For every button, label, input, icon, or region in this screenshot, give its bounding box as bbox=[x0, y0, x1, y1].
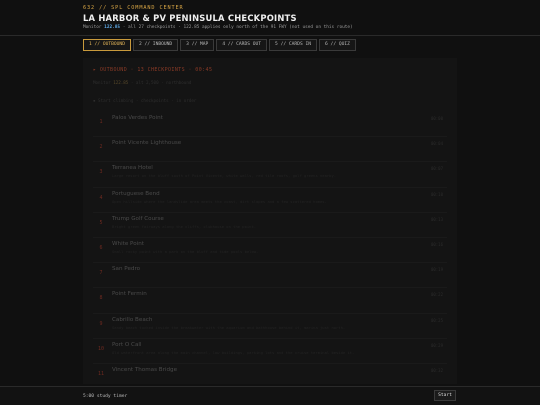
checkpoint-time: 00:32 bbox=[430, 367, 443, 373]
subtitle-prefix: Monitor bbox=[83, 25, 102, 30]
checkpoint-number: 2 bbox=[99, 144, 103, 151]
section-meta-rest: · alt 2,500 · northbound bbox=[130, 80, 192, 85]
tab-6[interactable]: 6 // QUIZ bbox=[319, 39, 356, 51]
tab-bar: 1 // OUTBOUND 2 // INBOUND 3 // MAP 4 // CA… bbox=[83, 39, 356, 51]
start-button[interactable]: Start bbox=[434, 390, 456, 401]
checkpoint-description: Large resort on the bluff south of Point… bbox=[112, 173, 337, 179]
checkpoint-time: 00:07 bbox=[430, 166, 443, 172]
study-timer: 5:00 study timer bbox=[83, 394, 128, 399]
checkpoint-row[interactable]: 4 Portuguese Bend Open hillside where the … bbox=[93, 188, 447, 213]
page-subtitle: Monitor 122.85 · all 27 checkpoints · 12… bbox=[83, 25, 540, 30]
checkpoint-name: Point Vicente Lighthouse bbox=[112, 140, 182, 147]
footer: 5:00 study timer Start bbox=[0, 386, 540, 405]
checkpoint-row[interactable]: 1 Palos Verdes Point 00:00 bbox=[93, 112, 447, 138]
checkpoint-row[interactable]: 6 White Point Small rocky point with a par… bbox=[93, 238, 447, 264]
checkpoint-name: Portuguese Bend bbox=[112, 190, 160, 197]
checkpoint-description: Bright green fairways along the cliffs, … bbox=[112, 223, 257, 229]
checkpoint-time: 00:10 bbox=[430, 191, 443, 197]
checkpoint-number: 5 bbox=[99, 219, 103, 226]
subtitle-frequency: 122.85 bbox=[104, 25, 121, 30]
checkpoint-number: 9 bbox=[99, 320, 103, 327]
checkpoint-name: Palos Verdes Point bbox=[112, 115, 163, 121]
checkpoint-number: 8 bbox=[99, 295, 103, 302]
checkpoint-row[interactable]: 5 Trump Golf Course Bright green fairways … bbox=[93, 213, 447, 238]
app-root: 632 // SPL COMMAND CENTER LA HARBOR & PV… bbox=[0, 0, 540, 405]
tab-5[interactable]: 5 // CARDS IN bbox=[269, 39, 318, 51]
checkpoint-row[interactable]: 8 Point Fermin 00:22 bbox=[93, 288, 447, 314]
section-meta: Monitor 122.85 · alt 2,500 · northbound bbox=[93, 80, 191, 85]
checkpoint-time: 00:16 bbox=[430, 241, 443, 247]
checkpoint-time: 00:00 bbox=[430, 116, 443, 121]
checkpoint-number: 11 bbox=[97, 370, 105, 377]
main-panel: ▸ OUTBOUND · 13 CHECKPOINTS · 00:45 Moni… bbox=[83, 58, 457, 390]
checkpoint-name: Terranea Hotel bbox=[112, 165, 153, 172]
header: 632 // SPL COMMAND CENTER LA HARBOR & PV… bbox=[0, 0, 540, 36]
tab-3[interactable]: 3 // MAP bbox=[180, 39, 215, 51]
section-meta-prefix: Monitor bbox=[93, 80, 111, 85]
checkpoint-number: 4 bbox=[99, 194, 103, 201]
checkpoint-name: Point Fermin bbox=[112, 291, 147, 298]
checkpoint-number: 10 bbox=[97, 345, 105, 352]
checkpoint-number: 7 bbox=[99, 270, 103, 277]
checkpoint-time: 00:04 bbox=[430, 141, 443, 147]
checkpoint-row[interactable]: 7 San Pedro 00:19 bbox=[93, 263, 447, 289]
checkpoint-description: Open hillside where the landslide area m… bbox=[112, 198, 327, 204]
section-title: ▸ OUTBOUND · 13 CHECKPOINTS · 00:45 bbox=[93, 67, 213, 73]
checkpoint-row[interactable]: 3 Terranea Hotel Large resort on the bluff… bbox=[93, 162, 447, 188]
checkpoint-list: 1 Palos Verdes Point 00:00 2 Point Vicente L… bbox=[93, 112, 447, 390]
checkpoint-row[interactable]: 10 Port O Call Old waterfront area along t… bbox=[93, 339, 447, 364]
page-title: LA HARBOR & PV PENINSULA CHECKPOINTS bbox=[83, 13, 297, 23]
checkpoint-time: 00:13 bbox=[430, 216, 443, 222]
checkpoint-description: Old waterfront area along the main chann… bbox=[112, 349, 355, 355]
checkpoint-name: Cabrillo Beach bbox=[112, 316, 153, 323]
checkpoint-name: White Point bbox=[112, 240, 144, 247]
checkpoint-name: Trump Golf Course bbox=[112, 215, 164, 222]
section-note: ▪ Start climbing · checkpoints · in orde… bbox=[93, 98, 197, 103]
checkpoint-description: Small rocky point with a park on the blu… bbox=[112, 248, 259, 254]
checkpoint-name: Port O Call bbox=[112, 341, 142, 348]
checkpoint-time: 00:22 bbox=[430, 292, 443, 298]
checkpoint-number: 3 bbox=[99, 169, 103, 176]
header-divider bbox=[0, 35, 540, 36]
subtitle-rest: · all 27 checkpoints · 122.85 applies on… bbox=[122, 25, 353, 30]
checkpoint-row[interactable]: 9 Cabrillo Beach Sandy beach tucked inside… bbox=[93, 314, 447, 339]
app-eyebrow: 632 // SPL COMMAND CENTER bbox=[83, 5, 184, 11]
tab-4[interactable]: 4 // CARDS OUT bbox=[216, 39, 268, 51]
checkpoint-time: 00:19 bbox=[430, 267, 443, 273]
checkpoint-row[interactable]: 2 Point Vicente Lighthouse 00:04 bbox=[93, 137, 447, 163]
checkpoint-name: San Pedro bbox=[112, 266, 141, 273]
tab-2[interactable]: 2 // INBOUND bbox=[132, 39, 179, 51]
checkpoint-number: 1 bbox=[99, 119, 103, 125]
checkpoint-time: 00:25 bbox=[430, 317, 443, 323]
checkpoint-number: 6 bbox=[99, 244, 103, 251]
checkpoint-name: Vincent Thomas Bridge bbox=[112, 366, 178, 373]
checkpoint-description: Sandy beach tucked inside the breakwater… bbox=[112, 324, 346, 330]
section-meta-frequency: 122.85 bbox=[113, 80, 129, 85]
tab-1[interactable]: 1 // OUTBOUND bbox=[83, 39, 131, 51]
checkpoint-time: 00:29 bbox=[430, 342, 443, 348]
